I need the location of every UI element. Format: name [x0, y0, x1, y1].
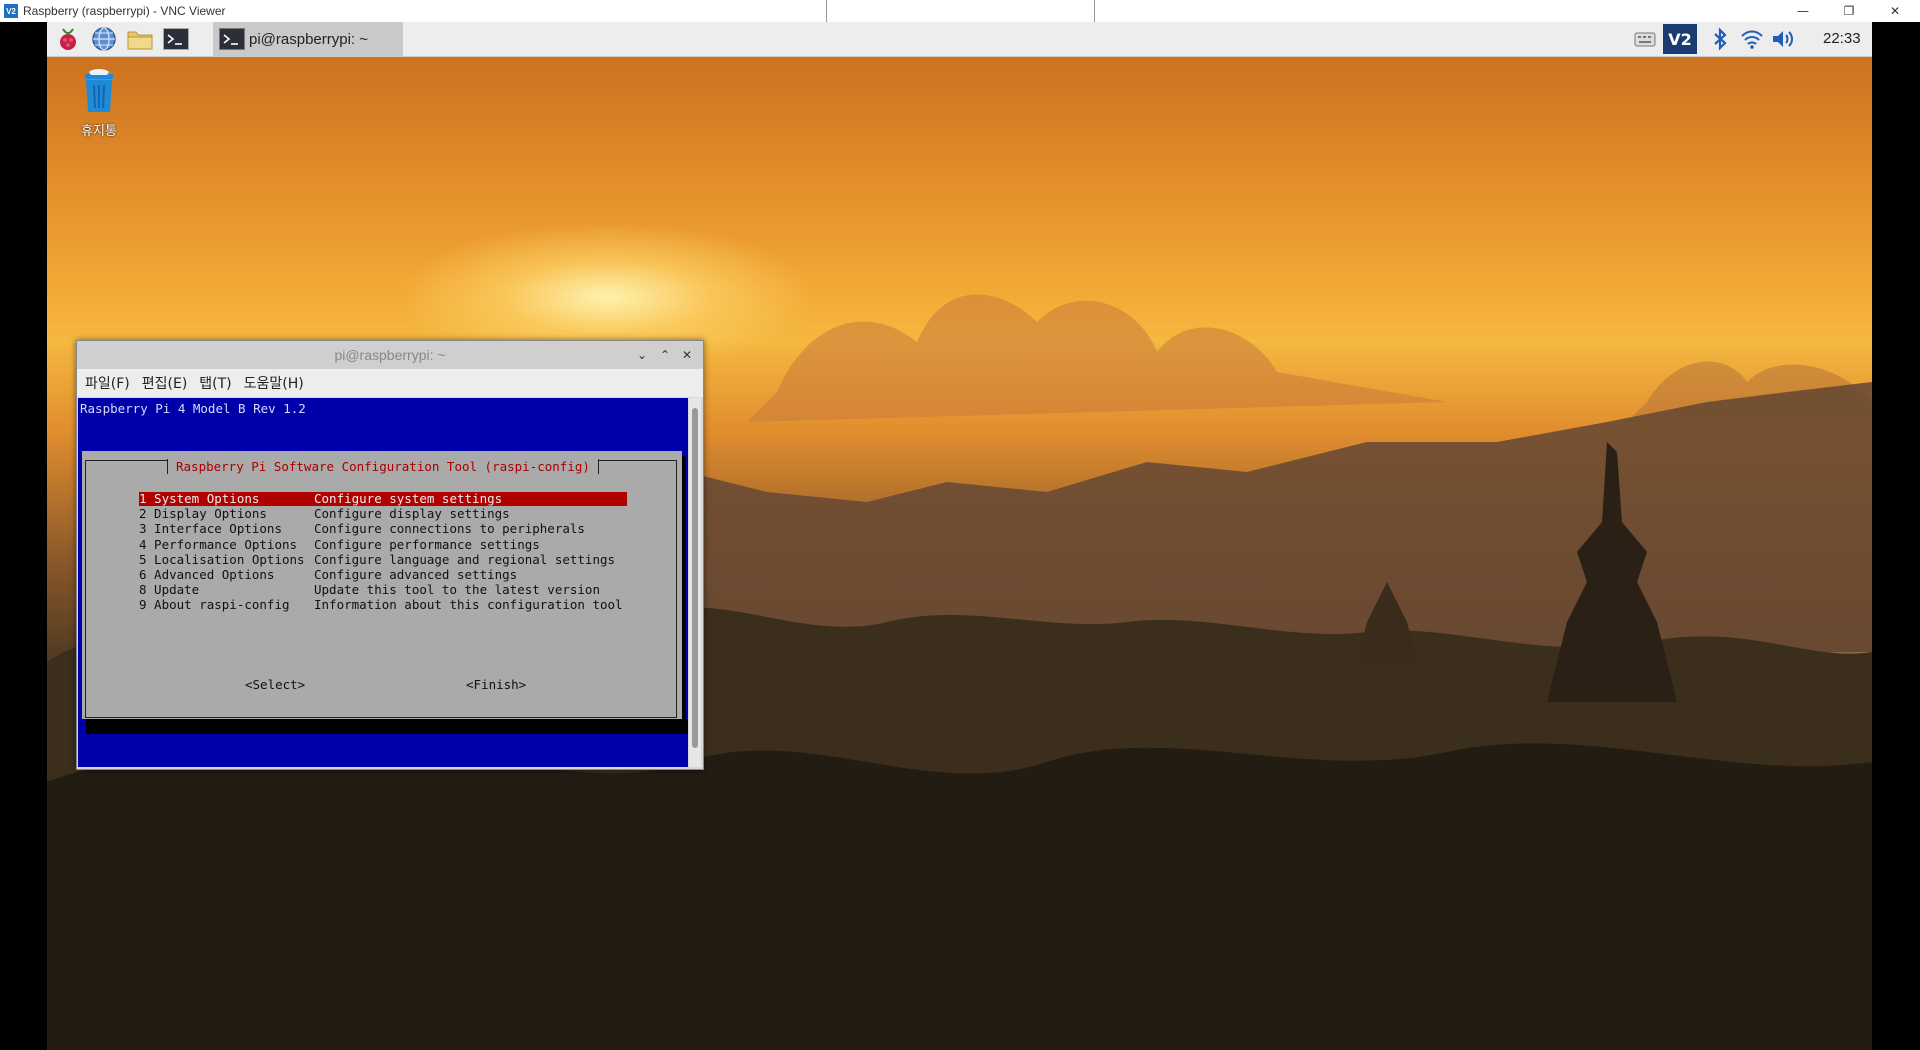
select-button[interactable]: <Select> [245, 677, 305, 692]
keyboard-icon[interactable] [1632, 26, 1658, 52]
taskbar-button-terminal[interactable]: pi@raspberrypi: ~ [213, 22, 403, 56]
minimize-button[interactable]: — [1780, 0, 1826, 22]
dialog-title: Raspberry Pi Software Configuration Tool… [167, 459, 599, 474]
menu-row-description: Update this tool to the latest version [314, 582, 600, 598]
terminal-scrollbar[interactable] [689, 398, 701, 767]
terminal-close-icon[interactable]: ✕ [678, 346, 696, 364]
menu-row-description: Configure display settings [314, 506, 510, 522]
menu-row[interactable]: 1 System Options Configure system setting… [139, 492, 627, 506]
menu-row[interactable]: 2 Display Options Configure display setti… [139, 507, 627, 521]
volume-icon[interactable] [1771, 26, 1797, 52]
menu-row-description: Configure performance settings [314, 536, 540, 552]
menu-row-description: Configure advanced settings [314, 567, 518, 582]
finish-button[interactable]: <Finish> [466, 677, 526, 692]
close-button[interactable]: ✕ [1872, 0, 1918, 22]
menu-row-option: 5 Localisation Options [139, 551, 305, 567]
menu-row[interactable]: 6 Advanced Options Configure advanced set… [139, 568, 627, 582]
menu-tabs[interactable]: 탭(T) [199, 373, 231, 393]
terminal-scrollbar-thumb[interactable] [692, 408, 698, 748]
terminal-launcher-icon[interactable] [163, 26, 189, 52]
raspberry-menu-icon[interactable] [55, 26, 81, 52]
wifi-icon[interactable] [1739, 26, 1765, 52]
model-info-line: Raspberry Pi 4 Model B Rev 1.2 [80, 401, 306, 416]
terminal-titlebar[interactable]: pi@raspberrypi: ~ ⌄ ⌃ ✕ [77, 341, 703, 369]
vnc-viewer-titlebar: V2 Raspberry (raspberrypi) - VNC Viewer … [0, 0, 1920, 26]
terminal-minimize-icon[interactable]: ⌄ [633, 346, 651, 364]
raspi-config-dialog: Raspberry Pi Software Configuration Tool… [82, 451, 682, 724]
menu-row-option: 8 Update [139, 582, 200, 598]
vnc-viewer-window-title: Raspberry (raspberrypi) - VNC Viewer [23, 4, 226, 18]
menu-row-option: 4 Performance Options [139, 536, 298, 552]
menu-row-option: 6 Advanced Options [139, 567, 275, 582]
terminal-window[interactable]: pi@raspberrypi: ~ ⌄ ⌃ ✕ 파일(F) 편집(E) 탭(T)… [76, 340, 704, 770]
terminal-maximize-icon[interactable]: ⌃ [656, 346, 674, 364]
menu-row[interactable]: 5 Localisation Options Configure language… [139, 551, 627, 567]
trash-label: 휴지통 [81, 124, 117, 139]
menu-row-option: 3 Interface Options [139, 521, 282, 537]
vnc-server-icon[interactable]: V2 [1663, 24, 1697, 54]
trash-icon [85, 69, 113, 112]
terminal-cursor [78, 719, 86, 734]
menu-row[interactable]: 9 About raspi-config Information about th… [139, 598, 627, 612]
terminal-menubar: 파일(F) 편집(E) 탭(T) 도움말(H) [77, 369, 703, 397]
restore-button[interactable]: ❐ [1826, 0, 1872, 22]
menu-row-description: Information about this configuration too… [314, 597, 623, 613]
menu-file[interactable]: 파일(F) [85, 373, 130, 393]
remote-desktop[interactable]: pi@raspberrypi: ~ V2 22:33 휴지통 pi@raspbe… [47, 22, 1872, 1050]
taskbar-panel: pi@raspberrypi: ~ V2 22:33 [47, 22, 1872, 57]
menu-row[interactable]: 3 Interface Options Configure connections… [139, 522, 627, 536]
desktop-trash[interactable]: 휴지통 [71, 68, 127, 139]
menu-row-description: Configure system settings [314, 491, 503, 506]
terminal-title: pi@raspberrypi: ~ [334, 347, 446, 363]
menu-row[interactable]: 4 Performance Options Configure performan… [139, 536, 627, 552]
clock[interactable]: 22:33 [1823, 30, 1861, 47]
file-manager-icon[interactable] [127, 26, 153, 52]
menu-edit[interactable]: 편집(E) [142, 373, 188, 393]
menu-row-option: 9 About raspi-config [139, 597, 290, 613]
bluetooth-icon[interactable] [1707, 26, 1733, 52]
web-browser-icon[interactable] [91, 26, 117, 52]
menu-row-option: 1 System Options [139, 491, 260, 506]
menu-row-description: Configure connections to peripherals [314, 521, 585, 537]
terminal-bottom-bar [78, 719, 688, 734]
menu-row-description: Configure language and regional settings [314, 551, 616, 567]
menu-row[interactable]: 8 Update Update this tool to the latest v… [139, 583, 627, 597]
menu-row-option: 2 Display Options [139, 506, 267, 522]
vnc-server-label: V2 [1668, 29, 1692, 49]
terminal-screen[interactable]: Raspberry Pi 4 Model B Rev 1.2 Raspberry… [78, 398, 688, 767]
terminal-icon [219, 28, 245, 50]
taskbar-button-label: pi@raspberrypi: ~ [249, 30, 369, 48]
vnc-viewer-app-icon: V2 [4, 4, 18, 18]
menu-help[interactable]: 도움말(H) [244, 373, 304, 393]
